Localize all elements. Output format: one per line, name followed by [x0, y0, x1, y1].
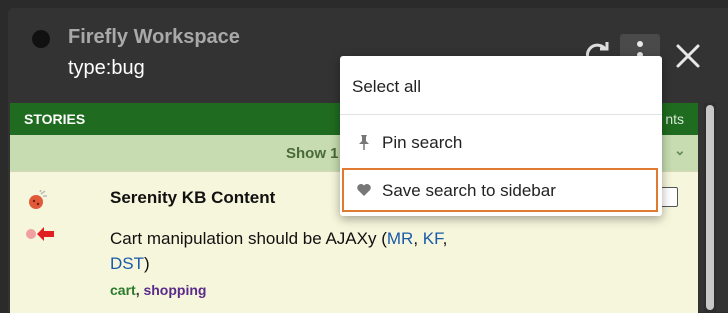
menu-item-label: Pin search — [382, 133, 463, 152]
story-description-end: ) — [144, 254, 150, 273]
pin-icon — [359, 135, 369, 150]
menu-divider — [340, 114, 662, 115]
bug-icon — [29, 190, 47, 209]
priority-arrow-icon — [26, 227, 54, 241]
tag-cart[interactable]: cart — [110, 282, 136, 298]
workspace-title: Firefly Workspace — [68, 26, 240, 48]
owner-link[interactable]: KF — [423, 229, 443, 248]
story-tags: cart, shopping — [110, 282, 207, 298]
stories-header-right: nts — [665, 111, 684, 127]
story-description-text: Cart manipulation should be AJAXy ( — [110, 229, 387, 248]
owner-link[interactable]: DST — [110, 254, 144, 273]
story-description: Cart manipulation should be AJAXy (MR, K… — [110, 229, 448, 273]
show-more-text: Show 1 — [286, 145, 339, 162]
menu-item-save-search-to-sidebar[interactable]: Save search to sidebar — [342, 168, 658, 212]
scrollbar-thumb[interactable] — [706, 105, 714, 310]
menu-item-label: Select all — [352, 77, 421, 96]
close-icon[interactable] — [674, 42, 702, 70]
stories-label: STORIES — [24, 111, 86, 127]
story-title[interactable]: Serenity KB Content — [110, 188, 275, 208]
menu-item-pin-search[interactable]: Pin search — [340, 120, 662, 166]
heart-icon — [357, 184, 371, 196]
menu-item-label: Save search to sidebar — [382, 181, 556, 200]
menu-item-select-all[interactable]: Select all — [340, 64, 662, 110]
tag-shopping[interactable]: shopping — [143, 282, 206, 298]
scrollbar[interactable] — [704, 103, 716, 312]
owner-link[interactable]: MR — [387, 229, 413, 248]
search-term: type:bug — [68, 57, 145, 79]
chevron-down-icon: ⌄ — [674, 142, 686, 158]
options-menu: Select all Pin search Save search to sid… — [340, 56, 662, 216]
workspace-status-dot — [32, 30, 50, 48]
